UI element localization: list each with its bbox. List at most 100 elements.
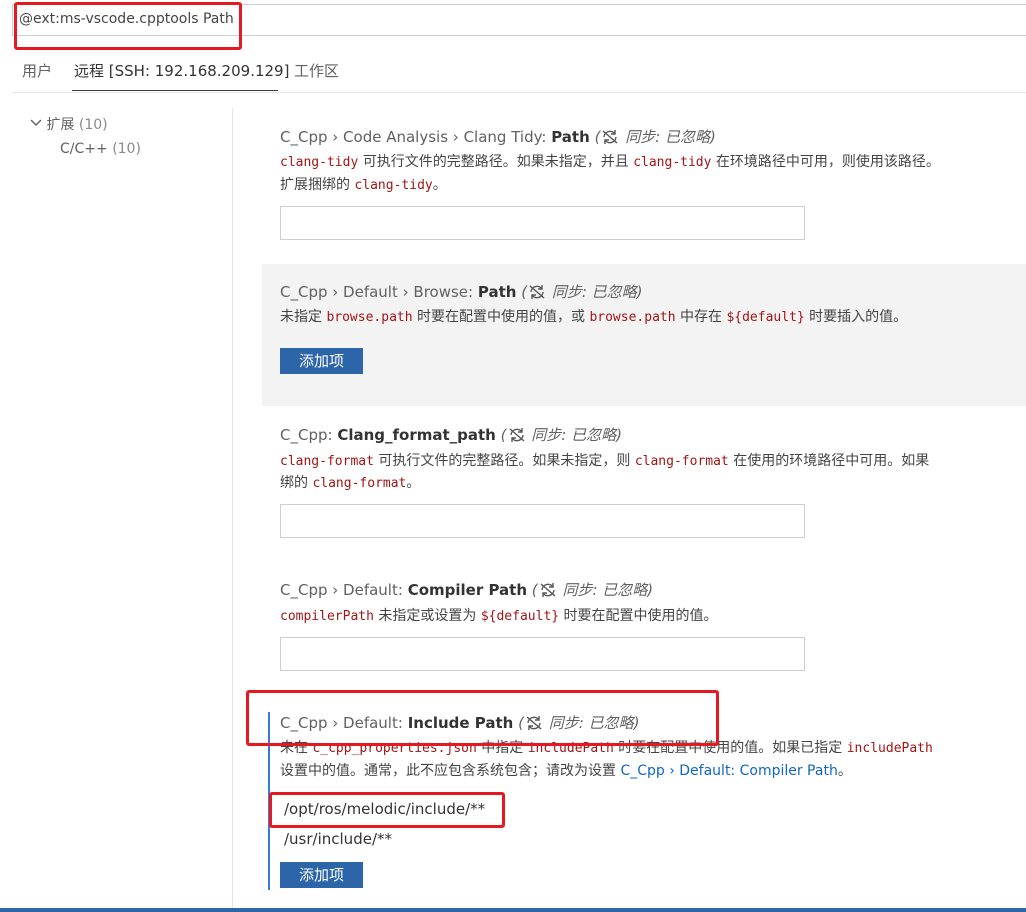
sync-ignored-icon [529,285,545,299]
setting-key: Path [477,283,517,301]
setting-category: Default: [343,581,408,599]
code-term: includePath [527,741,614,756]
code-term: clang-format [634,454,729,469]
setting-key: Path [551,128,590,146]
description-text: 时要在配置中使用的值。 [559,608,718,624]
setting-title-include-path: C_Cpp › Default: Include Path ( 同步: 已忽略) [280,714,640,732]
setting-description: clang-tidy 可执行文件的完整路径。如果未指定，并且 clang-tid… [280,151,940,174]
description-text: 在环境路径中可用，则使用该路径。 [711,154,940,170]
chevron-down-icon [30,119,42,126]
sync-ignored-icon [602,130,618,144]
setting-category: C_Cpp [280,714,328,732]
code-term: browse.path [589,310,676,325]
clang-format-path-input[interactable] [280,504,805,538]
setting-key: Clang_format_path [337,426,496,444]
sidebar-divider [232,108,233,908]
sync-status: 同步: 已忽略 [551,283,637,301]
description-text: 设置中的值。通常，此不应包含系统包含；请改为设置 [280,763,621,779]
code-term: compilerPath [280,609,374,624]
setting-title-clang-format-path: C_Cpp: Clang_format_path ( 同步: 已忽略) [280,426,622,444]
description-text: 时要在配置中使用的值，或 [412,309,590,325]
description-text: 绑的 [280,475,313,491]
setting-description-line2: 扩展捆绑的 clang-tidy。 [280,174,447,197]
setting-description: 未指定 browse.path 时要在配置中使用的值，或 browse.path… [280,306,907,329]
description-text: 在使用的环境路径中可用。如果 [728,453,930,469]
breadcrumb-separator: › [327,283,344,301]
setting-category: Browse: [413,283,478,301]
setting-category: Clang Tidy: [463,128,552,146]
description-text: 。 [432,177,447,193]
setting-description-line2: 绑的 clang-format。 [280,472,420,495]
tab-remote[interactable]: 远程 [SSH: 192.168.209.129] [74,60,289,81]
sync-status: 同步: 已忽略 [625,128,711,146]
search-input[interactable]: @ext:ms-vscode.cpptools Path [19,11,234,27]
description-text: 时要在配置中使用的值。如果已指定 [613,740,847,756]
setting-title-clang-tidy-path: C_Cpp › Code Analysis › Clang Tidy: Path… [280,128,716,146]
code-term: ${default} [480,609,560,624]
sync-ignored-icon [526,716,542,730]
code-term: clang-format [280,454,374,469]
code-term: clang-tidy [280,155,359,170]
description-text: 时要插入的值。 [804,309,908,325]
description-text: 扩展捆绑的 [280,177,355,193]
setting-category: C_Cpp: [280,426,338,444]
description-text: 未指定或设置为 [373,608,481,624]
code-term: c_cpp_properties.json [312,741,477,756]
active-tab-indicator [72,90,278,91]
browse-path-add-item-button[interactable]: 添加项 [280,348,363,374]
description-text: 。 [406,475,421,491]
tree-item-cpp[interactable]: C/C++ (10) [60,141,141,157]
include-path-add-item-button[interactable]: 添加项 [280,862,363,888]
breadcrumb-separator: › [448,128,464,146]
setting-category: Default: [343,714,408,732]
search-box[interactable]: @ext:ms-vscode.cpptools Path [12,4,1026,36]
breadcrumb-separator: › [327,714,344,732]
setting-category: C_Cpp [280,283,328,301]
breadcrumb-separator: › [327,581,344,599]
sync-status: 同步: 已忽略 [548,714,634,732]
include-path-item[interactable]: /opt/ros/melodic/include/** [284,800,485,818]
setting-category: Default [343,283,398,301]
setting-description-line2: 设置中的值。通常，此不应包含系统包含；请改为设置 C_Cpp › Default… [280,760,852,782]
setting-title-browse-path: C_Cpp › Default › Browse: Path ( 同步: 已忽略… [280,283,643,301]
tab-workspace[interactable]: 工作区 [294,60,339,81]
setting-description: 未在 c_cpp_properties.json 中指定 includePath… [280,737,933,760]
tree-item-count: (10) [112,141,141,157]
sync-status: 同步: 已忽略 [562,581,648,599]
tab-user[interactable]: 用户 [22,60,52,81]
setting-category: Code Analysis [343,128,449,146]
compiler-path-input[interactable] [280,637,805,671]
setting-category: C_Cpp [280,128,328,146]
breadcrumb-separator: › [397,283,414,301]
code-term: ${default} [726,310,805,325]
sync-status: 同步: 已忽略 [531,426,617,444]
setting-title-compiler-path: C_Cpp › Default: Compiler Path ( 同步: 已忽略… [280,581,654,599]
sync-ignored-icon [540,583,556,597]
include-path-item[interactable]: /usr/include/** [284,830,392,848]
code-term: includePath [846,741,933,756]
description-text: 可执行文件的完整路径。如果未指定，并且 [358,154,634,170]
code-term: clang-format [312,476,407,491]
setting-category: C_Cpp [280,581,328,599]
description-text: 未在 [280,740,313,756]
compiler-path-link[interactable]: C_Cpp › Default: Compiler Path [620,763,837,779]
clang-tidy-path-input[interactable] [280,206,805,240]
description-text: 可执行文件的完整路径。如果未指定，则 [373,453,635,469]
description-text: 中存在 [675,309,727,325]
bottom-accent-bar [0,908,1026,912]
setting-description: clang-format 可执行文件的完整路径。如果未指定，则 clang-fo… [280,450,929,473]
sync-ignored-icon [509,428,524,442]
setting-key: Compiler Path [407,581,528,599]
tree-item-label: C/C++ [60,141,108,157]
breadcrumb-separator: › [327,128,344,146]
description-text: 中指定 [476,740,528,756]
focused-setting-indicator [268,712,270,890]
tabs-divider [12,92,1026,93]
code-term: clang-tidy [633,155,712,170]
setting-description: compilerPath 未指定或设置为 ${default} 时要在配置中使用… [280,605,718,628]
tree-item-label: 扩展 [46,117,75,133]
tree-item-extensions[interactable]: 扩展 (10) [30,114,108,134]
tree-item-count: (10) [78,117,108,133]
code-term: browse.path [326,310,413,325]
description-text: 未指定 [280,309,327,325]
